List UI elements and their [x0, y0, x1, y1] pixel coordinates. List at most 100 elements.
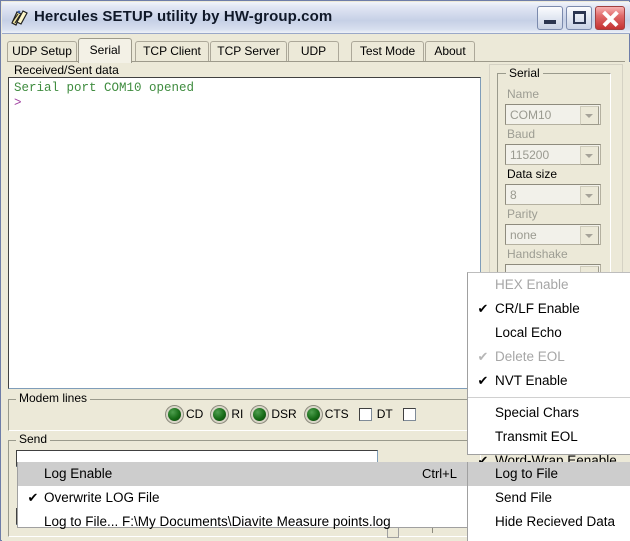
chevron-down-glyph	[585, 114, 593, 118]
menu-item-local-echo[interactable]: Local Echo	[468, 321, 630, 345]
menu-item-transmit-eol[interactable]: Transmit EOL	[468, 425, 630, 449]
received-sent-group: Received/Sent data Serial port COM10 ope…	[8, 63, 481, 389]
modem-led-dsr: DSR	[253, 407, 297, 421]
menu-separator	[468, 397, 630, 398]
led-indicator-icon	[306, 407, 320, 421]
led-indicator-icon	[253, 407, 267, 421]
received-sent-textarea[interactable]: Serial port COM10 opened >	[8, 77, 481, 389]
checkbox-icon[interactable]	[358, 407, 372, 421]
file-context-menu[interactable]: Log to File Send File Hide Recieved Data	[467, 462, 630, 541]
modem-led-cts: CTS	[306, 407, 349, 421]
led-indicator-icon	[213, 407, 227, 421]
tab-udp[interactable]: UDP	[288, 41, 339, 62]
menu-item-label: Local Echo	[495, 325, 562, 340]
menu-item-delete-eol[interactable]: ✔ Delete EOL	[468, 345, 630, 369]
modem-checkbox-label: DT	[376, 407, 393, 421]
checkmark-icon: ✔	[477, 373, 489, 388]
log-context-menu[interactable]: Log Enable Ctrl+L ✔ Overwrite LOG File Log t…	[17, 462, 468, 529]
window-title: Hercules SETUP utility by HW-group.com	[34, 8, 333, 25]
modem-led-label: RI	[231, 407, 244, 421]
serial-field-label-handshake: Handshake	[507, 247, 568, 261]
tab-tcp-client[interactable]: TCP Client	[135, 41, 209, 62]
title-bar: Hercules SETUP utility by HW-group.com	[2, 2, 630, 34]
menu-item-special-chars[interactable]: Special Chars	[468, 401, 630, 425]
menu-item-log-to-file[interactable]: Log to File	[468, 462, 630, 486]
tab-udp-setup[interactable]: UDP Setup	[7, 41, 77, 62]
received-sent-lines: Serial port COM10 opened >	[14, 81, 194, 111]
chevron-down-icon[interactable]	[580, 186, 599, 205]
menu-item-label: Log Enable	[44, 466, 113, 481]
menu-item-label: NVT Enable	[495, 373, 568, 388]
modem-lines-group: Modem lines CD RI DSR CTS DT	[8, 391, 481, 431]
modem-lines-label: Modem lines	[16, 391, 91, 405]
chevron-down-glyph	[585, 154, 593, 158]
checkmark-icon: ✔	[477, 301, 489, 316]
menu-item-label: Log to File	[495, 466, 559, 481]
menu-item-label: HEX Enable	[495, 277, 569, 292]
menu-item-label: Hide Recieved Data	[495, 514, 616, 529]
app-root: Hercules SETUP utility by HW-group.com U…	[0, 0, 630, 541]
tab-tcp-server[interactable]: TCP Server	[210, 41, 287, 62]
tab-strip: UDP Setup Serial TCP Client TCP Server UDP Te…	[7, 38, 625, 63]
tab-serial[interactable]: Serial	[78, 38, 132, 63]
menu-item-label: Delete EOL	[495, 349, 565, 364]
serial-combo-baud[interactable]: 115200	[505, 144, 601, 165]
received-sent-label: Received/Sent data	[12, 63, 121, 77]
menu-item-log-enable[interactable]: Log Enable Ctrl+L	[18, 462, 467, 486]
modem-led-label: DSR	[271, 407, 297, 421]
maximize-button[interactable]	[566, 6, 592, 30]
minimize-button[interactable]	[537, 6, 563, 30]
tab-about[interactable]: About	[425, 41, 475, 62]
chevron-down-icon[interactable]	[580, 106, 599, 125]
modem-led-label: CTS	[324, 407, 349, 421]
combo-value: none	[510, 228, 537, 242]
serial-combo-name[interactable]: COM10	[505, 104, 601, 125]
menu-item-hex-enable[interactable]: HEX Enable	[468, 273, 630, 297]
serial-field-label-data-size: Data size	[507, 167, 558, 181]
menu-item-overwrite-log-file[interactable]: ✔ Overwrite LOG File	[18, 486, 467, 510]
chevron-down-icon[interactable]	[580, 226, 599, 245]
hercules-app-icon	[11, 10, 28, 26]
menu-item-send-file[interactable]: Send File	[468, 486, 630, 510]
menu-item-nvt-enable[interactable]: ✔ NVT Enable	[468, 369, 630, 393]
tab-test-mode[interactable]: Test Mode	[351, 41, 424, 62]
menu-item-hide-recieved-data[interactable]: Hide Recieved Data	[468, 510, 630, 534]
serial-combo-data-size[interactable]: 8	[505, 184, 601, 205]
modem-led-ri: RI	[213, 407, 243, 421]
send-label: Send	[16, 432, 51, 446]
checkmark-icon: ✔	[477, 349, 489, 364]
console-line: Serial port COM10 opened	[14, 81, 195, 95]
options-context-menu[interactable]: HEX Enable ✔ CR/LF Enable Local Echo ✔ Delete…	[467, 272, 630, 468]
menu-item-cr-lf-enable[interactable]: ✔ CR/LF Enable	[468, 297, 630, 321]
menu-item-label: Log to File... F:\My Documents\Diavite M…	[44, 514, 391, 529]
modem-checkbox-item[interactable]: DT	[358, 407, 393, 421]
chevron-down-glyph	[585, 234, 593, 238]
modem-lines-indicators: CD RI DSR CTS DT	[168, 407, 431, 421]
serial-field-label-name: Name	[507, 87, 540, 101]
menu-item-label: Transmit EOL	[495, 429, 578, 444]
close-button[interactable]	[595, 6, 625, 30]
menu-item-label: Send File	[495, 490, 553, 505]
combo-value: COM10	[510, 108, 552, 122]
checkmark-icon: ✔	[27, 490, 39, 505]
modem-checkbox-item[interactable]	[402, 407, 421, 421]
minimize-icon	[544, 20, 556, 24]
led-indicator-icon	[168, 407, 181, 421]
serial-group-label: Serial	[506, 66, 543, 80]
chevron-down-icon[interactable]	[580, 146, 599, 165]
serial-field-label-baud: Baud	[507, 127, 536, 141]
maximize-icon	[573, 11, 586, 24]
combo-value: 8	[510, 188, 517, 202]
menu-item-label: CR/LF Enable	[495, 301, 580, 316]
hercules-window: Hercules SETUP utility by HW-group.com U…	[0, 0, 630, 541]
modem-led-cd: CD	[168, 407, 203, 421]
checkbox-icon[interactable]	[402, 407, 416, 421]
menu-item-shortcut: Ctrl+L	[421, 466, 457, 481]
console-line: >	[14, 96, 22, 110]
menu-item-log-to-file-f-my-documents-diavite-measure-points-log[interactable]: Log to File... F:\My Documents\Diavite M…	[18, 510, 467, 534]
menu-item-label: Special Chars	[495, 405, 580, 420]
chevron-down-glyph	[585, 194, 593, 198]
modem-led-label: CD	[186, 407, 204, 421]
menu-item-label: Overwrite LOG File	[44, 490, 160, 505]
serial-combo-parity[interactable]: none	[505, 224, 601, 245]
